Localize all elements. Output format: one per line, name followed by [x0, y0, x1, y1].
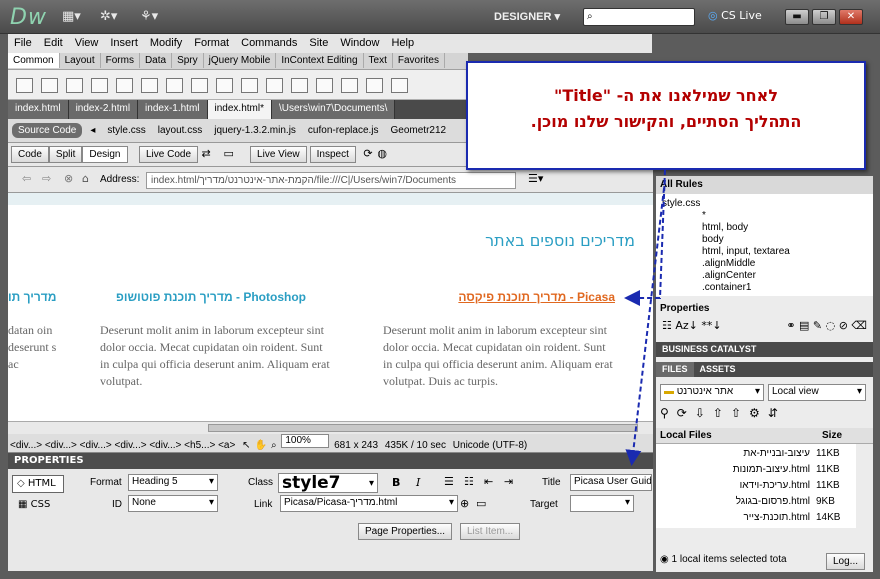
annotation-arrows-svg — [624, 169, 666, 466]
arrow-to-title — [625, 179, 666, 466]
arrow-to-link — [624, 169, 666, 306]
